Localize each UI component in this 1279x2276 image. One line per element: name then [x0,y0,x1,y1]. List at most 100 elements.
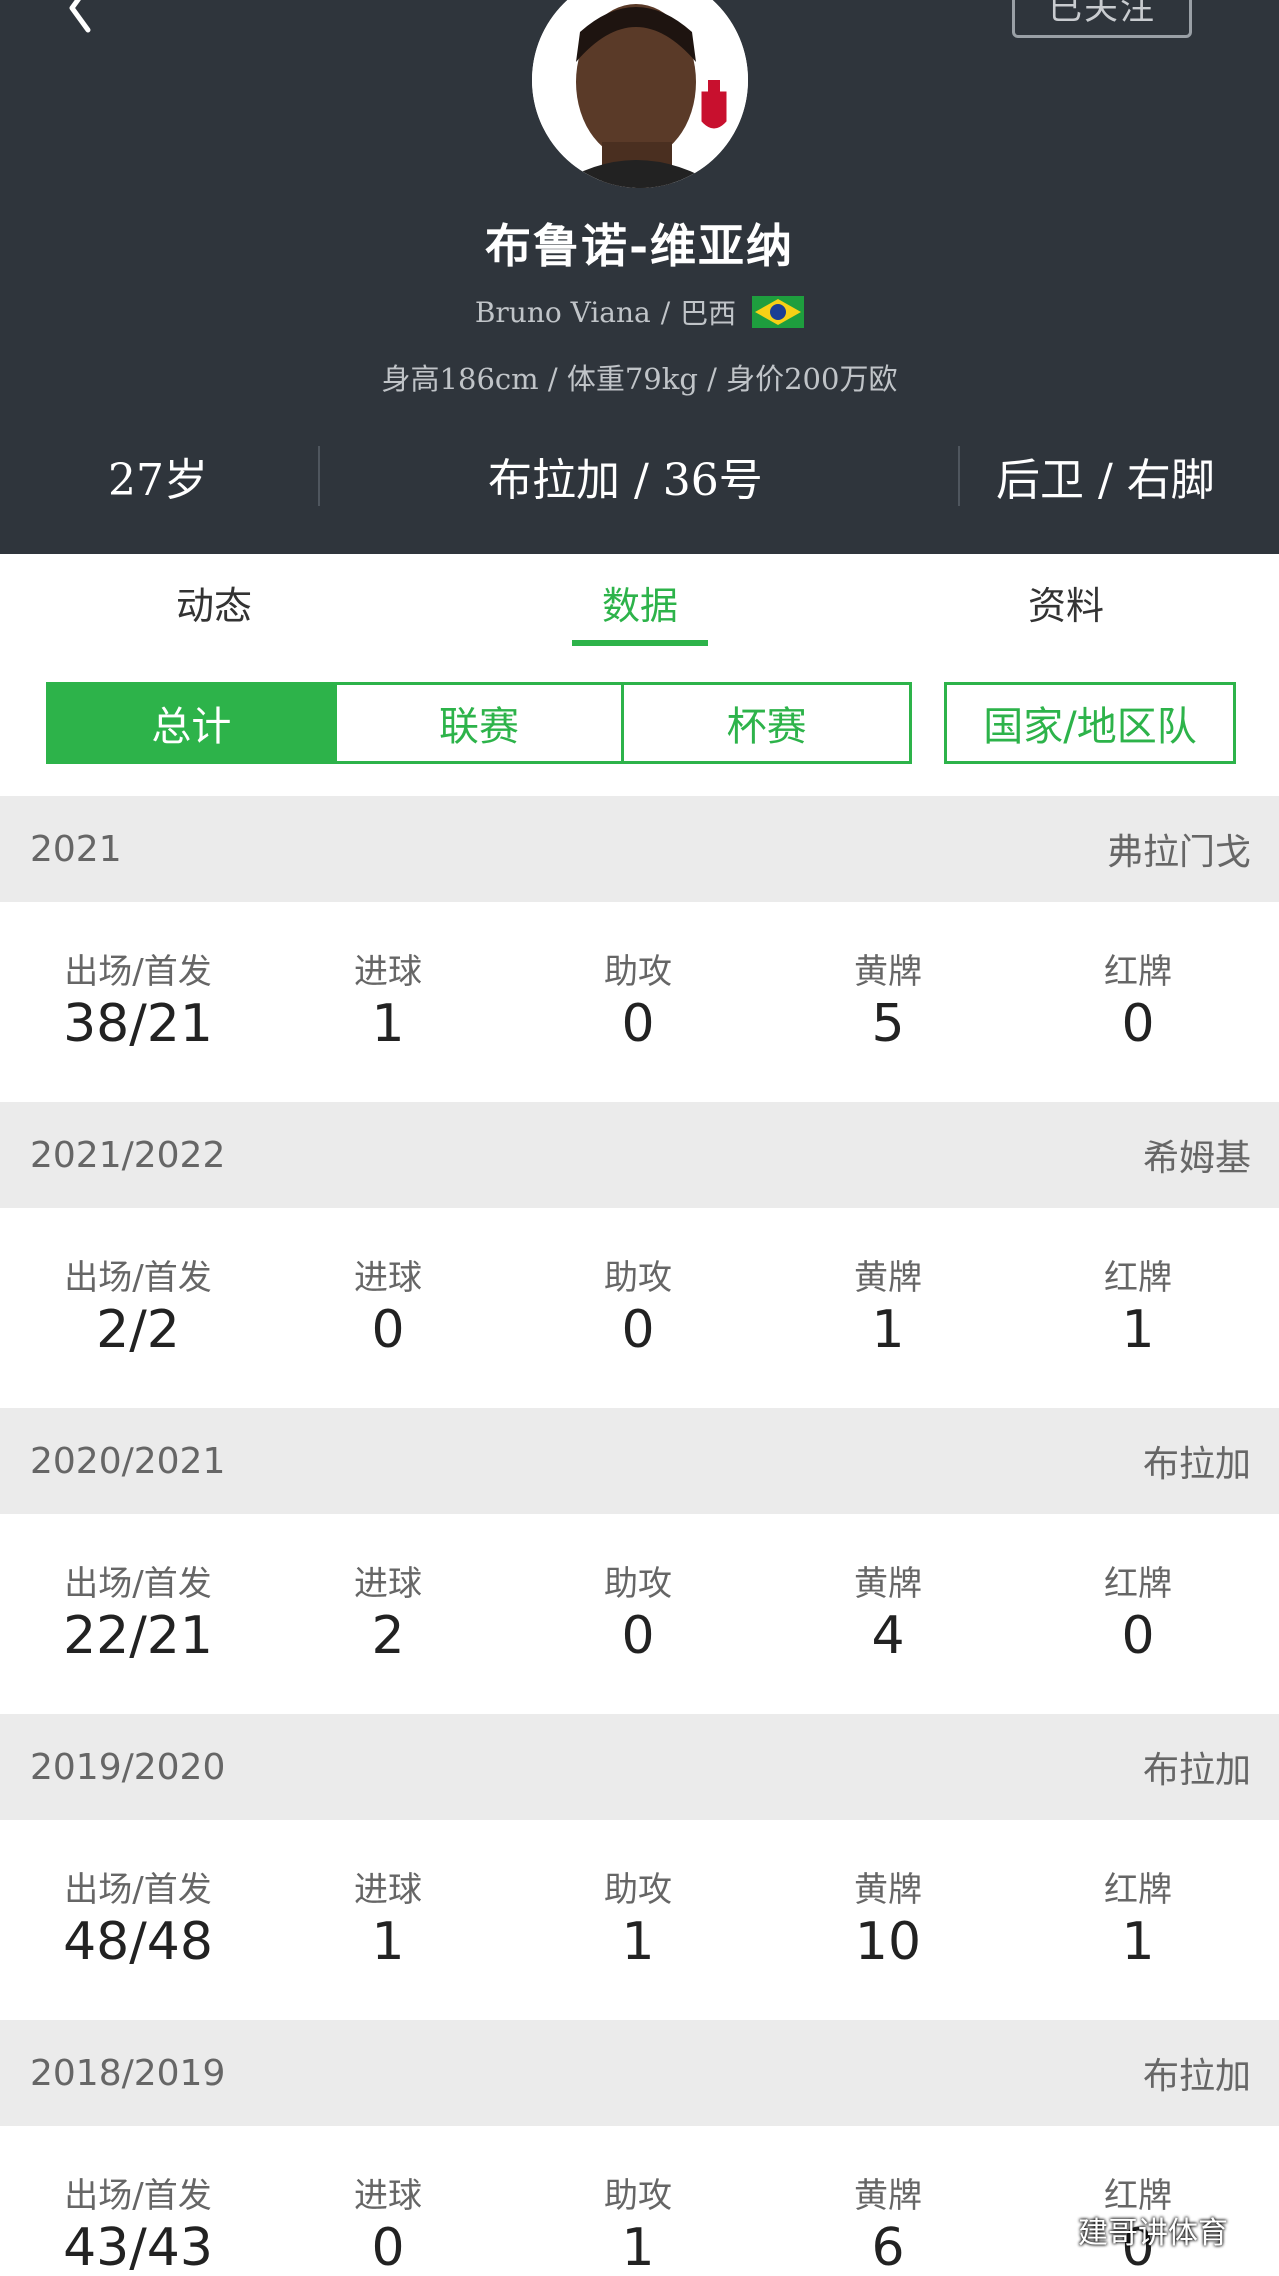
stat-label-red: 红牌 [1104,1258,1172,1298]
season-block: 2020/2021 布拉加 出场/首发 22/21 进球 2 助攻 0 黄牌 4… [0,1408,1279,1714]
stat-value-assists: 0 [621,1300,655,1360]
stat-label-red: 红牌 [1104,1564,1172,1604]
stat-value-goals: 1 [371,1912,405,1972]
stat-label-apps: 出场/首发 [64,1870,212,1910]
stat-label-yellow: 黄牌 [854,1258,922,1298]
season-block: 2021 弗拉门戈 出场/首发 38/21 进球 1 助攻 0 黄牌 5 红牌 … [0,796,1279,1102]
stat-value-goals: 0 [371,1300,405,1360]
season-header: 2021/2022 希姆基 [0,1102,1279,1208]
divider [958,446,960,506]
stat-value-apps: 2/2 [96,1300,180,1360]
stat-value-goals: 0 [371,2218,405,2276]
stat-label-yellow: 黄牌 [854,1564,922,1604]
season-stats-row: 出场/首发 22/21 进球 2 助攻 0 黄牌 4 红牌 0 [0,1514,1279,1714]
season-stats-list: 2021 弗拉门戈 出场/首发 38/21 进球 1 助攻 0 黄牌 5 红牌 … [0,796,1279,2276]
player-name: 布鲁诺-维亚纳 [484,219,795,273]
stat-label-assists: 助攻 [604,2176,672,2216]
stat-value-assists: 0 [621,1606,655,1666]
season-year: 2021/2022 [30,1134,226,1176]
club-number: 布拉加 / 36号 [488,455,763,506]
season-stats-row: 出场/首发 2/2 进球 0 助攻 0 黄牌 1 红牌 1 [0,1208,1279,1408]
tab-profile[interactable]: 资料 [956,554,1176,650]
stat-label-goals: 进球 [354,1258,422,1298]
season-year: 2019/2020 [30,1746,226,1788]
stat-value-yellow: 1 [871,1300,905,1360]
stat-label-assists: 助攻 [604,1870,672,1910]
season-year: 2021 [30,828,122,870]
english-name: Bruno Viana [474,295,651,329]
stat-value-apps: 43/43 [63,2218,213,2276]
stat-value-goals: 1 [371,994,405,1054]
stat-label-goals: 进球 [354,1870,422,1910]
brazil-flag-icon [752,296,805,328]
stat-value-apps: 48/48 [63,1912,213,1972]
stat-label-assists: 助攻 [604,1258,672,1298]
segment-national-team[interactable]: 国家/地区队 [944,682,1236,764]
player-avatar [532,0,748,188]
back-button[interactable] [56,0,106,38]
segment-league[interactable]: 联赛 [336,685,625,761]
stat-label-red: 红牌 [1104,952,1172,992]
filter-bar: 总计 联赛 杯赛 国家/地区队 [0,650,1279,796]
player-age: 27岁 [108,455,208,506]
stat-label-assists: 助攻 [604,952,672,992]
stat-label-apps: 出场/首发 [64,2176,212,2216]
stat-value-red: 1 [1121,1300,1155,1360]
season-block: 2021/2022 希姆基 出场/首发 2/2 进球 0 助攻 0 黄牌 1 红… [0,1102,1279,1408]
season-club: 布拉加 [1142,2056,1251,2097]
active-tab-indicator [572,640,708,646]
stat-label-red: 红牌 [1104,1870,1172,1910]
stat-label-assists: 助攻 [604,1564,672,1604]
stat-value-apps: 22/21 [63,1606,213,1666]
season-club: 布拉加 [1142,1750,1251,1791]
player-info-row: 27岁 布拉加 / 36号 后卫 / 右脚 [0,440,1279,512]
watermark-text: 建哥讲体育 [1078,2216,1228,2251]
stat-value-assists: 0 [621,994,655,1054]
stat-value-red: 0 [1121,994,1155,1054]
stat-value-yellow: 4 [871,1606,905,1666]
stat-value-goals: 2 [371,1606,405,1666]
stat-value-red: 1 [1121,1912,1155,1972]
season-header: 2021 弗拉门戈 [0,796,1279,902]
stat-value-apps: 38/21 [63,994,213,1054]
stat-label-goals: 进球 [354,1564,422,1604]
divider [318,446,320,506]
season-year: 2018/2019 [30,2052,226,2094]
season-header: 2018/2019 布拉加 [0,2020,1279,2126]
stat-label-goals: 进球 [354,952,422,992]
stat-value-yellow: 10 [854,1912,922,1972]
segment-total[interactable]: 总计 [49,685,337,761]
tab-stats[interactable]: 数据 [530,554,750,650]
season-club: 布拉加 [1142,1444,1251,1485]
season-stats-row: 出场/首发 48/48 进球 1 助攻 1 黄牌 10 红牌 1 [0,1820,1279,2020]
player-header: 已关注 布鲁诺-维亚纳 Bruno Viana / 巴西 身高186cm / 体… [0,0,1279,554]
season-header: 2020/2021 布拉加 [0,1408,1279,1514]
stat-label-apps: 出场/首发 [64,952,212,992]
stat-value-red: 0 [1121,1606,1155,1666]
nationality: 巴西 [680,297,737,330]
body-stats: 身高186cm / 体重79kg / 身价200万欧 [381,362,898,396]
position-foot: 后卫 / 右脚 [996,455,1215,506]
season-stats-row: 出场/首发 43/43 进球 0 助攻 1 黄牌 6 红牌 0 [0,2126,1279,2276]
season-block: 2019/2020 布拉加 出场/首发 48/48 进球 1 助攻 1 黄牌 1… [0,1714,1279,2020]
stat-value-yellow: 6 [871,2218,905,2276]
player-origin: Bruno Viana / 巴西 [0,292,1279,332]
stat-value-assists: 1 [621,1912,655,1972]
season-year: 2020/2021 [30,1440,226,1482]
stat-label-yellow: 黄牌 [854,1870,922,1910]
season-stats-row: 出场/首发 38/21 进球 1 助攻 0 黄牌 5 红牌 0 [0,902,1279,1102]
stat-label-apps: 出场/首发 [64,1258,212,1298]
tab-bar: 动态 数据 资料 [0,554,1279,650]
stat-label-yellow: 黄牌 [854,2176,922,2216]
stat-value-yellow: 5 [871,994,905,1054]
season-club: 弗拉门戈 [1106,832,1251,873]
stat-label-apps: 出场/首发 [64,1564,212,1604]
tab-feed[interactable]: 动态 [104,554,324,650]
follow-button[interactable]: 已关注 [1012,0,1192,38]
season-club: 希姆基 [1142,1138,1251,1179]
chevron-left-icon [69,0,91,33]
separator: / [660,295,671,329]
stat-value-assists: 1 [621,2218,655,2276]
competition-segment-group: 总计 联赛 杯赛 [46,682,912,764]
segment-cup[interactable]: 杯赛 [624,685,910,761]
